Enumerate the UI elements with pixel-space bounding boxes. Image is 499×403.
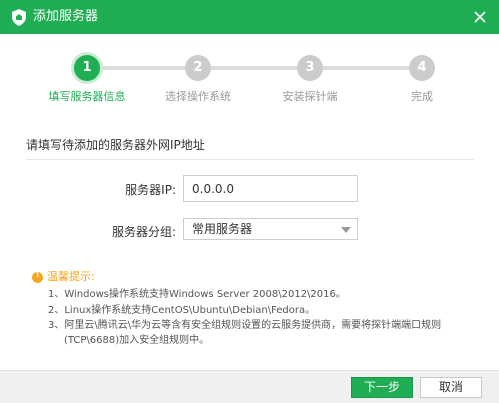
chevron-down-icon (341, 227, 351, 233)
section-title: 请填写待添加的服务器外网IP地址 (26, 138, 205, 152)
step-4-circle: 4 (409, 55, 435, 81)
tip-item: 1、Windows操作系统支持Windows Server 2008\2012\… (48, 289, 346, 300)
step-1-label: 填写服务器信息 (48, 90, 126, 103)
window-title: 添加服务器 (33, 9, 99, 24)
cancel-button[interactable]: 取消 (420, 377, 482, 398)
step-3-circle: 3 (297, 55, 323, 81)
step-connector (100, 66, 185, 70)
step-2-circle: 2 (185, 55, 211, 81)
ip-label: 服务器IP: (125, 183, 176, 197)
warning-icon (32, 270, 43, 283)
tip-item: (TCP\6688)加入安全组规则中。 (64, 335, 210, 346)
close-icon[interactable] (472, 9, 488, 25)
tip-item: 2、Linux操作系统支持CentOS\Ubuntu\Debian\Fedora… (48, 305, 316, 316)
ip-input[interactable] (183, 175, 358, 202)
shield-icon (12, 9, 26, 26)
tip-item: 3、阿里云\腾讯云\华为云等含有安全组规则设置的云服务提供商，需要将探针端端口规… (48, 320, 442, 331)
title-bar: 添加服务器 (0, 0, 499, 34)
group-select-value: 常用服务器 (192, 222, 253, 236)
step-connector (211, 66, 297, 70)
group-label: 服务器分组: (111, 225, 176, 239)
step-connector (323, 66, 409, 70)
next-button[interactable]: 下一步 (351, 377, 413, 398)
step-4-label: 完成 (411, 90, 433, 103)
group-select[interactable]: 常用服务器 (183, 218, 358, 240)
section-divider (26, 159, 474, 160)
step-3-label: 安装探针端 (282, 90, 338, 103)
step-1-circle: 1 (74, 55, 100, 81)
step-2-label: 选择操作系统 (165, 90, 231, 103)
tips-heading: 温馨提示: (47, 270, 95, 283)
